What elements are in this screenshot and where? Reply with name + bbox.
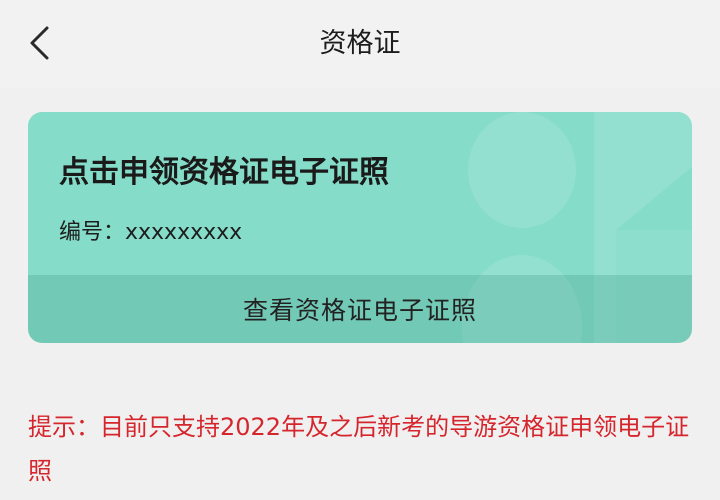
view-certificate-button[interactable]: 查看资格证电子证照 [28,275,692,343]
certificate-card[interactable]: 点击申领资格证电子证照 编号：xxxxxxxxx 查看资格证电子证照 [28,112,692,343]
deco-triangle [616,112,692,230]
tip-text: 提示：目前只支持2022年及之后新考的导游资格证申领电子证照 [28,413,690,485]
card-title: 点击申领资格证电子证照 [59,155,389,190]
deco-upper-circle [468,112,576,228]
view-certificate-label: 查看资格证电子证照 [242,296,477,325]
top-bar: 资格证 [0,0,720,88]
certificate-number: 编号：xxxxxxxxx [59,220,243,245]
page-title: 资格证 [319,28,401,59]
